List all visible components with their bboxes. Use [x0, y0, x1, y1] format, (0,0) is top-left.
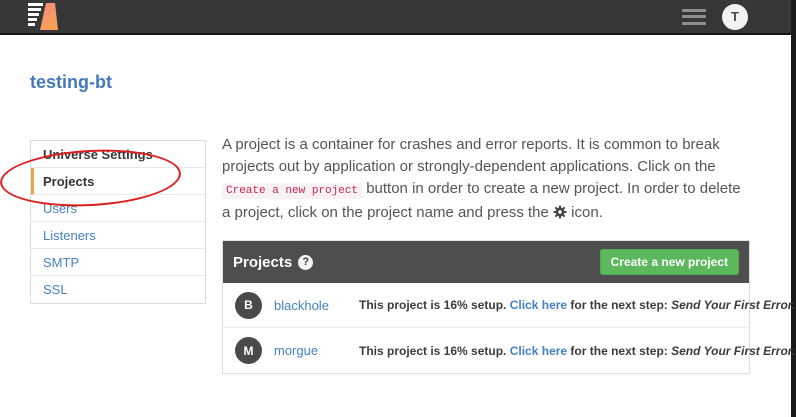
user-avatar[interactable]: T: [722, 4, 748, 30]
status-text-1: This project is 16% setup.: [359, 298, 510, 312]
universe-settings-sidebar: Universe Settings Projects Users Listene…: [30, 140, 206, 304]
intro-text-1: A project is a container for crashes and…: [222, 136, 720, 175]
status-text-1: This project is 16% setup.: [359, 344, 510, 358]
project-name-link[interactable]: blackhole: [274, 298, 359, 313]
projects-panel-header: Projects ? Create a new project: [223, 241, 749, 283]
page-title: testing-bt: [30, 72, 112, 93]
project-avatar: B: [235, 292, 262, 319]
inline-code-create-project: Create a new project: [222, 183, 362, 199]
status-text-2: for the next step:: [567, 344, 671, 358]
projects-panel-title: Projects: [233, 254, 292, 271]
status-next-step: Send Your First Error.: [671, 298, 795, 312]
sidebar-item-users[interactable]: Users: [31, 195, 205, 222]
sidebar-item-smtp[interactable]: SMTP: [31, 249, 205, 276]
backtrace-logo-icon[interactable]: [28, 3, 60, 30]
intro-text-3: icon.: [567, 204, 603, 221]
project-avatar: M: [235, 337, 262, 364]
hamburger-menu-icon[interactable]: [682, 9, 706, 25]
project-status: This project is 16% setup. Click here fo…: [359, 344, 795, 358]
click-here-link[interactable]: Click here: [510, 344, 567, 358]
create-project-button[interactable]: Create a new project: [600, 249, 739, 275]
project-status: This project is 16% setup. Click here fo…: [359, 298, 795, 312]
status-text-2: for the next step:: [567, 298, 671, 312]
top-navbar: T: [0, 0, 796, 35]
status-next-step: Send Your First Error.: [671, 344, 795, 358]
intro-paragraph: A project is a container for crashes and…: [222, 134, 752, 224]
project-row-morgue: M morgue This project is 16% setup. Clic…: [223, 328, 749, 373]
sidebar-header: Universe Settings: [31, 141, 205, 168]
help-icon[interactable]: ?: [298, 255, 313, 270]
sidebar-item-listeners[interactable]: Listeners: [31, 222, 205, 249]
sidebar-item-ssl[interactable]: SSL: [31, 276, 205, 303]
gear-icon: [553, 205, 567, 219]
click-here-link[interactable]: Click here: [510, 298, 567, 312]
projects-panel: Projects ? Create a new project B blackh…: [222, 240, 750, 374]
project-row-blackhole: B blackhole This project is 16% setup. C…: [223, 283, 749, 328]
project-name-link[interactable]: morgue: [274, 343, 359, 358]
navbar-right-group: T: [682, 4, 748, 30]
sidebar-item-projects[interactable]: Projects: [31, 168, 205, 195]
